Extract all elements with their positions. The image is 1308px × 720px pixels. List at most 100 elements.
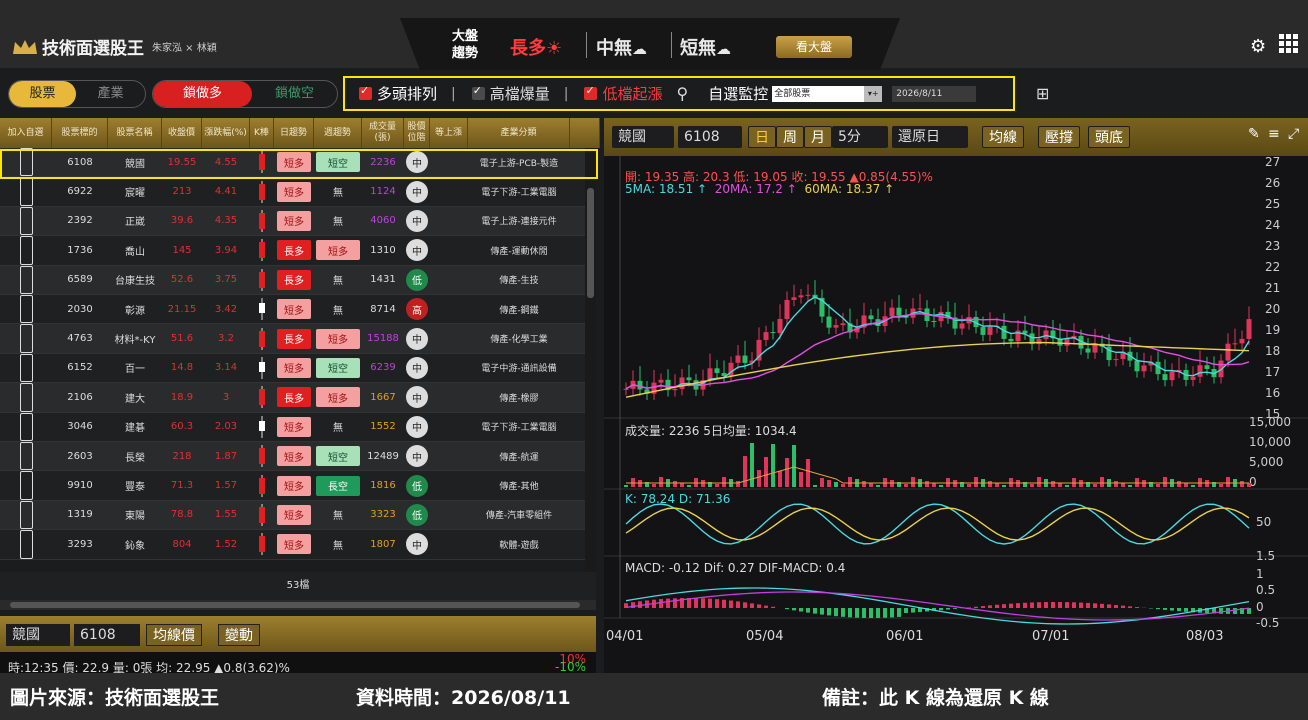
macd-bar [1114, 604, 1118, 608]
add-watchlist-checkbox[interactable] [19, 530, 33, 559]
filter-high-volume[interactable]: 高檔爆量 [490, 83, 550, 104]
macd-tick: 1 [1256, 567, 1264, 581]
add-watchlist-checkbox[interactable] [19, 236, 33, 265]
checkbox-high-volume[interactable] [471, 84, 485, 100]
add-watchlist-checkbox[interactable] [19, 177, 33, 206]
table-row[interactable]: 2106 建大 18.9 3 長多 短多 1667 中傳產-橡膠 [0, 383, 585, 413]
macd-bar [1058, 602, 1062, 608]
date-tick: 06/01 [886, 629, 923, 644]
table-row[interactable]: 3046 建碁 60.3 2.03 短多無 1552 中電子下游-工業電腦 [0, 412, 585, 442]
tab-industry[interactable]: 產業 [76, 81, 145, 107]
macd-bar [988, 605, 992, 608]
grid-icon[interactable] [1279, 34, 1299, 54]
volume-bar [624, 485, 628, 487]
table-row[interactable]: 6589 台康生技 52.6 3.75 長多無 1431 低傳產-生技 [0, 265, 585, 295]
settings-sliders-icon[interactable]: ≡ [1268, 126, 1280, 142]
macd-bar [1072, 602, 1076, 608]
table-row[interactable]: 3293 鈊象 804 1.52 短多無 1807 中軟體-遊戲 [0, 530, 585, 560]
volume-bar [792, 445, 796, 487]
candle-body [868, 315, 874, 320]
search-icon[interactable]: ⚲ [676, 84, 688, 103]
candle-body [1197, 365, 1203, 377]
macd-bar [792, 608, 796, 611]
result-count: 53檔 [0, 572, 596, 600]
stock-name-field[interactable]: 競國 [6, 624, 70, 646]
candle-icon [259, 415, 265, 438]
add-watchlist-checkbox[interactable] [19, 412, 33, 441]
macd-bar [827, 608, 831, 616]
macd-line [625, 591, 1250, 621]
change-button[interactable]: 變動 [218, 624, 260, 646]
candle-icon [259, 533, 265, 556]
lock-toggle[interactable]: 鎖做多 鎖做空 [152, 80, 338, 108]
chart-stock-code[interactable]: 6108 [678, 126, 742, 148]
view-market-button[interactable]: 看大盤 [776, 36, 852, 58]
checkbox-low-rise[interactable] [584, 84, 598, 100]
volume-bar [1093, 484, 1097, 487]
period-month[interactable]: 月 [804, 126, 832, 148]
volume-bar [1240, 481, 1244, 487]
stock-industry-toggle[interactable]: 股票 產業 [8, 80, 146, 108]
gear-icon[interactable]: ⚙ [1250, 36, 1266, 57]
tab-stock[interactable]: 股票 [9, 81, 77, 107]
add-watchlist-checkbox[interactable] [19, 206, 33, 236]
table-icon[interactable]: ⊞ [1036, 84, 1049, 103]
ma-button[interactable]: 均線 [982, 126, 1024, 148]
table-row[interactable]: 2030 彰源 21.15 3.42 短多無 8714 高傳產-鋼鐵 [0, 295, 585, 325]
filter-multi-bull[interactable]: 多頭排列 [377, 83, 437, 104]
pen-icon[interactable]: ✎ [1248, 126, 1260, 142]
add-watchlist-checkbox[interactable] [19, 383, 33, 412]
sun-icon: ☀ [546, 38, 563, 59]
macd-bar [813, 608, 817, 614]
volume-bar [869, 483, 873, 487]
stock-select[interactable]: 全部股票 [772, 85, 865, 102]
candle-body [1008, 338, 1014, 342]
add-watchlist-checkbox[interactable] [19, 295, 33, 324]
expand-icon[interactable]: ⤢ [1288, 126, 1299, 142]
add-watchlist-checkbox[interactable] [19, 471, 33, 500]
tab-lock-short[interactable]: 鎖做空 [252, 81, 337, 107]
table-row[interactable]: 1319 東陽 78.8 1.55 短多無 3323 低傳產-汽車零組件 [0, 500, 585, 531]
period-day[interactable]: 日 [748, 126, 776, 148]
period-week[interactable]: 周 [776, 126, 804, 148]
limit-down: -10% [554, 660, 586, 674]
macd-bar [1044, 602, 1048, 608]
support-resistance-button[interactable]: 壓撐 [1038, 126, 1080, 148]
filter-low-rise[interactable]: 低檔起漲 [602, 83, 662, 104]
volume-bar [904, 484, 908, 487]
volume-bar [813, 485, 817, 487]
add-watchlist-checkbox[interactable] [19, 324, 33, 353]
period-minute-select[interactable]: 5分 [832, 126, 888, 148]
horizontal-scrollbar[interactable] [0, 600, 596, 610]
table-row[interactable]: 1736 喬山 145 3.94 長多 短多 1310 中傳產-運動休閒 [0, 236, 585, 266]
macd-bar [862, 608, 866, 618]
vertical-scrollbar[interactable] [585, 148, 596, 572]
checkbox-multi-bull[interactable] [359, 84, 372, 100]
add-watchlist-checkbox[interactable] [19, 500, 33, 530]
volume-bar [1100, 477, 1104, 487]
candle-body [742, 355, 748, 363]
table-row[interactable]: 6152 百一 14.8 3.14 短多 短空 6239 中電子中游-通訊設備 [0, 353, 585, 384]
stock-code-field[interactable]: 6108 [74, 624, 140, 646]
ma-price-button[interactable]: 均線價 [146, 624, 202, 646]
tab-lock-long[interactable]: 鎖做多 [153, 81, 252, 107]
top-bottom-button[interactable]: 頭底 [1088, 126, 1130, 148]
table-row[interactable]: 4763 材料*-KY 51.6 3.2 長多 短多 15188 中傳產-化學工業 [0, 324, 585, 354]
candle-body [1169, 371, 1175, 381]
volume-bar [659, 477, 663, 487]
table-row[interactable]: 6922 宸曜 213 4.41 短多無 1124 中電子下游-工業電腦 [0, 177, 585, 207]
add-watchlist-checkbox[interactable] [19, 265, 33, 294]
select-stepper[interactable]: ▾+ [864, 85, 883, 102]
table-row[interactable]: 2603 長榮 218 1.87 短多 短空 12489 中傳產-航運 [0, 442, 585, 472]
add-watchlist-checkbox[interactable] [19, 353, 33, 383]
table-row[interactable]: 2392 正崴 39.6 4.35 短多無 4060 中電子上游-連接元件 [0, 206, 585, 237]
restore-select[interactable]: 還原日 [892, 126, 968, 148]
candle-body [1141, 365, 1147, 372]
add-watchlist-checkbox[interactable] [19, 442, 33, 471]
table-row[interactable]: 9910 豐泰 71.3 1.57 短多 長空 1816 低傳產-其他 [0, 471, 585, 501]
volume-tick: 5,000 [1249, 455, 1283, 469]
date-picker[interactable]: 2026/8/11 [892, 85, 977, 102]
chart-stock-name[interactable]: 競國 [612, 126, 674, 148]
cloud-icon: ☁ [716, 40, 731, 58]
candle-body [833, 325, 839, 328]
